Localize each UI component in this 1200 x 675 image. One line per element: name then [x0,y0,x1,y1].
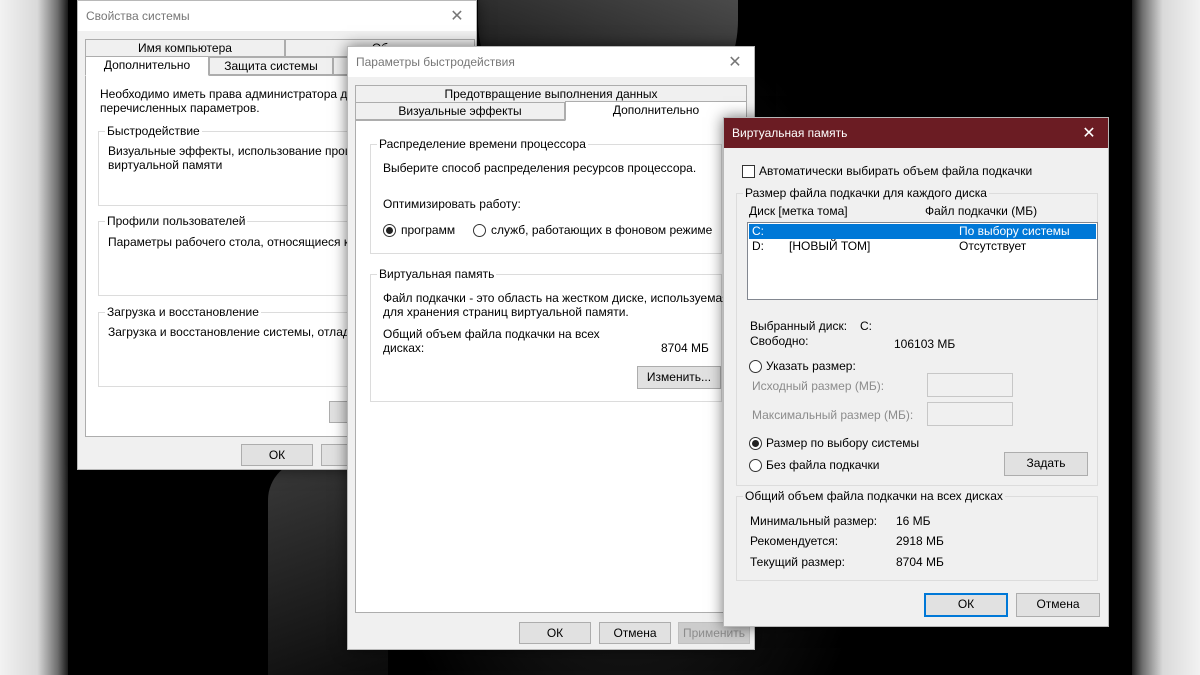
group-text: Визуальные эффекты, использование процес… [108,144,378,158]
drive-row[interactable]: D: [НОВЫЙ ТОМ] Отсутствует [749,239,1096,254]
drive-letter: D: [752,239,764,253]
total-paging-group: Общий объем файла подкачки на всех диска… [736,489,1098,581]
tab-label: Защита системы [224,59,318,73]
performance-options-window: Параметры быстродействия ✕ Предотвращени… [347,46,755,650]
recommended-value: 2918 МБ [896,534,944,548]
total-paging-label-line2: дисках: [383,341,425,355]
set-button[interactable]: Задать [1004,452,1088,476]
column-header-drive: Диск [метка тома] [749,204,848,218]
group-legend: Загрузка и восстановление [105,305,261,319]
virtual-memory-titlebar: Виртуальная память ✕ [724,118,1108,148]
vm-description-line2: для хранения страниц виртуальной памяти. [383,305,629,319]
per-drive-group: Размер файла подкачки для каждого диска … [736,186,1098,486]
close-icon[interactable]: ✕ [1070,118,1108,148]
virtual-memory-group: Виртуальная память Файл подкачки - это о… [370,267,729,402]
group-legend: Виртуальная память [377,267,497,281]
virtual-memory-window: Виртуальная память ✕ Автоматически выбир… [723,117,1109,627]
drive-paging-size: Отсутствует [959,239,1027,253]
min-size-value: 16 МБ [896,514,931,528]
initial-size-field[interactable] [927,373,1013,397]
admin-note-line2: перечисленных параметров. [100,101,260,115]
background-left-blur [0,0,68,675]
background-right-blur [1132,0,1200,675]
system-managed-radio-label[interactable]: Размер по выбору системы [766,436,919,450]
drive-row[interactable]: C: По выбору системы [749,224,1096,239]
group-legend: Распределение времени процессора [377,137,588,151]
free-space-label: Свободно: [750,334,809,348]
drive-label: [НОВЫЙ ТОМ] [789,239,871,253]
group-text: виртуальной памяти [108,158,223,172]
tab-computer-name[interactable]: Имя компьютера [85,39,285,57]
tab-label: Предотвращение выполнения данных [444,87,658,101]
max-size-label: Максимальный размер (МБ): [752,408,914,422]
column-header-paging-file: Файл подкачки (МБ) [925,204,1038,218]
window-title: Параметры быстродействия [356,55,515,69]
change-button[interactable]: Изменить... [637,366,721,389]
window-title: Виртуальная память [732,126,848,140]
auto-manage-label[interactable]: Автоматически выбирать объем файла подка… [759,164,1032,178]
custom-size-radio-label[interactable]: Указать размер: [766,359,856,373]
group-text: Загрузка и восстановление системы, отлад… [108,325,376,339]
tab-label: Визуальные эффекты [398,104,522,118]
cpu-description: Выберите способ распределения ресурсов п… [383,161,697,175]
group-text: Параметры рабочего стола, относящиеся ко… [108,235,379,249]
current-size-value: 8704 МБ [896,555,944,569]
cpu-scheduling-group: Распределение времени процессора Выберит… [370,137,722,254]
tab-label: Дополнительно [103,58,191,72]
drive-paging-size: По выбору системы [959,224,1070,238]
vm-description-line1: Файл подкачки - это область на жестком д… [383,291,729,305]
performance-options-titlebar: Параметры быстродействия ✕ [348,47,754,77]
tab-label: Дополнительно [612,103,700,117]
min-size-label: Минимальный размер: [750,514,878,528]
tab-label: Имя компьютера [138,41,232,55]
tab-advanced[interactable]: Дополнительно [85,56,209,76]
recommended-label: Рекомендуется: [750,534,839,548]
current-size-label: Текущий размер: [750,555,845,569]
auto-manage-checkbox[interactable] [742,165,755,178]
group-legend: Профили пользователей [105,214,248,228]
close-icon[interactable]: ✕ [716,47,754,77]
background-services-radio[interactable] [473,224,486,237]
optimize-label: Оптимизировать работу: [383,197,521,211]
initial-size-label: Исходный размер (МБ): [752,379,885,393]
drive-list[interactable]: C: По выбору системы D: [НОВЫЙ ТОМ] Отсу… [747,222,1098,300]
total-paging-label-line1: Общий объем файла подкачки на всех [383,327,600,341]
cancel-button[interactable]: Отмена [599,622,671,644]
close-icon[interactable]: ✕ [438,1,476,31]
tab-system-protection[interactable]: Защита системы [209,57,333,75]
group-legend: Размер файла подкачки для каждого диска [743,186,989,200]
ok-button[interactable]: ОК [924,593,1008,617]
selected-drive-value: C: [860,319,872,333]
drive-letter: C: [752,224,764,238]
free-space-value: 106103 МБ [894,337,956,351]
no-paging-file-radio[interactable] [749,459,762,472]
custom-size-radio[interactable] [749,360,762,373]
group-legend: Быстродействие [105,124,202,138]
ok-button[interactable]: ОК [519,622,591,644]
tab-visual-effects[interactable]: Визуальные эффекты [355,102,565,120]
system-managed-radio[interactable] [749,437,762,450]
admin-note-line1: Необходимо иметь права администратора дл… [100,87,377,101]
group-legend: Общий объем файла подкачки на всех диска… [743,489,1005,503]
selected-drive-label: Выбранный диск: [750,319,848,333]
tab-advanced[interactable]: Дополнительно [565,101,747,121]
cancel-button[interactable]: Отмена [1016,593,1100,617]
programs-radio-label[interactable]: программ [401,223,455,237]
total-paging-value: 8704 МБ [661,341,709,355]
window-title: Свойства системы [86,9,190,23]
background-services-radio-label[interactable]: служб, работающих в фоновом режиме [491,223,712,237]
max-size-field[interactable] [927,402,1013,426]
system-properties-titlebar: Свойства системы ✕ [78,1,476,31]
ok-button[interactable]: ОК [241,444,313,466]
no-paging-file-radio-label[interactable]: Без файла подкачки [766,458,879,472]
programs-radio[interactable] [383,224,396,237]
